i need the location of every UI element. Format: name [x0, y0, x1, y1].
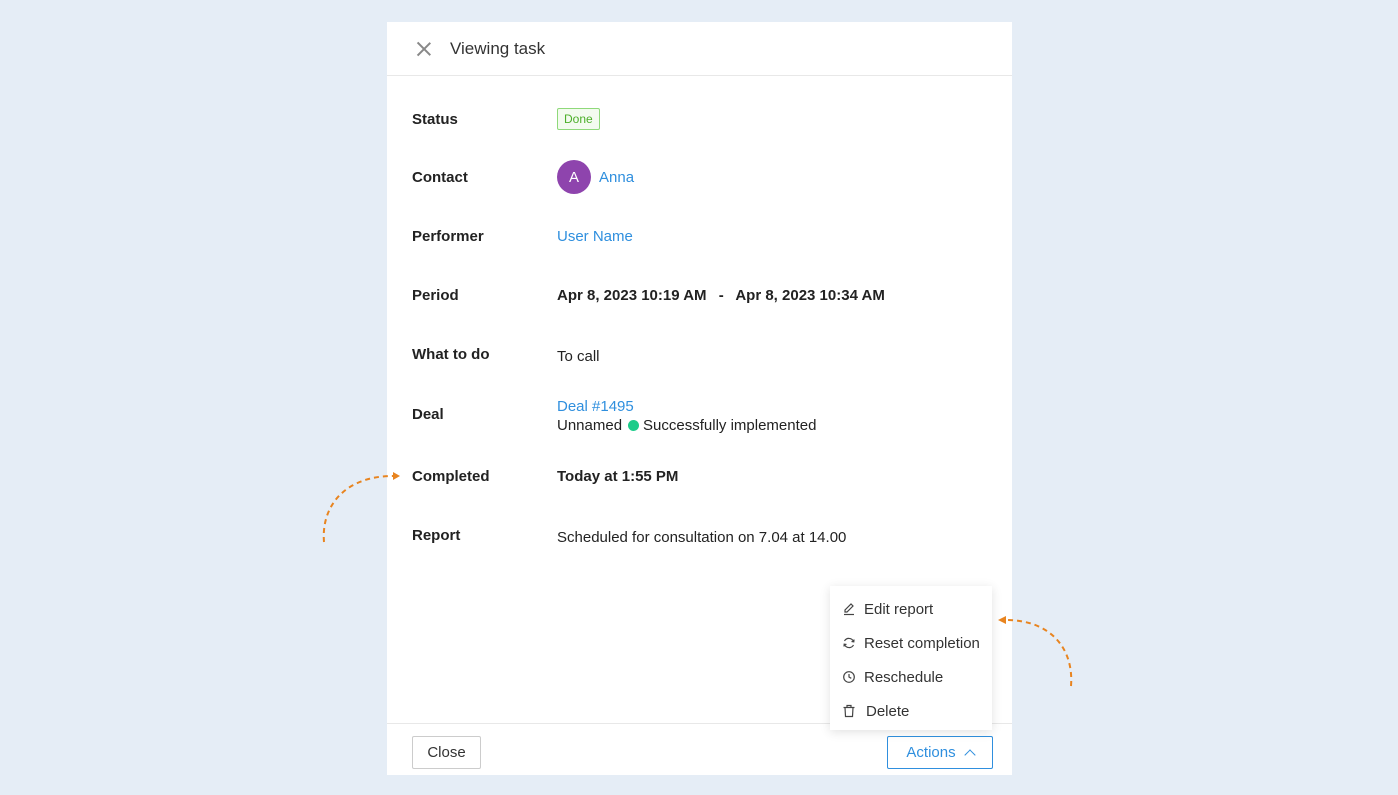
performer-link[interactable]: User Name: [557, 228, 633, 245]
report-row: Report Scheduled for consultation on 7.0…: [412, 527, 992, 546]
period-label: Period: [412, 287, 459, 304]
deal-label: Deal: [412, 406, 444, 423]
contact-label: Contact: [412, 169, 468, 186]
menu-item-label: Reschedule: [864, 668, 944, 686]
deal-row: Deal Deal #1495 Unnamed Successfully impl…: [412, 397, 992, 435]
menu-item-label: Delete: [866, 702, 910, 720]
menu-item-label: Edit report: [864, 600, 934, 618]
menu-item-reset-completion[interactable]: Reset completion: [830, 626, 992, 660]
menu-item-edit-report[interactable]: Edit report: [830, 592, 992, 626]
contact-row: Contact A Anna: [412, 160, 992, 194]
status-label: Status: [412, 111, 458, 128]
close-button[interactable]: Close: [412, 736, 481, 769]
close-icon[interactable]: [415, 40, 433, 58]
what-to-do-row: What to do To call: [412, 346, 992, 365]
what-to-do-label: What to do: [412, 346, 490, 363]
avatar[interactable]: A: [557, 160, 591, 194]
menu-item-reschedule[interactable]: Reschedule: [830, 660, 992, 694]
deal-details: Unnamed Successfully implemented: [557, 416, 816, 435]
status-badge: Done: [557, 108, 600, 130]
deal-stage-dot: [628, 420, 640, 431]
report-label: Report: [412, 527, 461, 544]
status-row: Status Done: [412, 108, 992, 130]
chevron-up-icon: [963, 748, 976, 761]
deal-link[interactable]: Deal #1495: [557, 397, 816, 416]
deal-name: Unnamed: [557, 417, 623, 434]
deal-stage: Successfully implemented: [643, 417, 817, 434]
contact-link[interactable]: Anna: [599, 169, 634, 186]
modal-title: Viewing task: [450, 38, 546, 58]
completed-value: Today at 1:55 PM: [557, 468, 679, 485]
clock-icon: [842, 670, 856, 684]
trash-icon: [842, 704, 856, 718]
what-to-do-value: To call: [557, 348, 600, 365]
performer-row: Performer User Name: [412, 228, 992, 245]
modal-footer: Close Actions: [387, 723, 1012, 775]
period-start: Apr 8, 2023 10:19 AM: [557, 287, 707, 304]
actions-label: Actions: [906, 744, 956, 761]
period-value: Apr 8, 2023 10:19 AM - Apr 8, 2023 10:34…: [557, 287, 885, 304]
report-value: Scheduled for consultation on 7.04 at 14…: [557, 529, 847, 546]
actions-button[interactable]: Actions: [887, 736, 993, 769]
annotation-arrow-right: [998, 616, 1073, 687]
refresh-icon: [842, 636, 856, 650]
pencil-icon: [842, 602, 856, 616]
completed-row: Completed Today at 1:55 PM: [412, 468, 992, 485]
menu-item-delete[interactable]: Delete: [830, 694, 992, 728]
modal-header: Viewing task: [387, 22, 1012, 76]
period-row: Period Apr 8, 2023 10:19 AM - Apr 8, 202…: [412, 287, 992, 304]
annotation-arrow-left: [322, 472, 400, 543]
actions-dropdown: Edit report Reset completion Reschedule …: [830, 586, 992, 730]
period-separator: -: [718, 287, 724, 304]
period-end: Apr 8, 2023 10:34 AM: [735, 287, 885, 304]
completed-label: Completed: [412, 468, 490, 485]
performer-label: Performer: [412, 228, 484, 245]
menu-item-label: Reset completion: [864, 634, 980, 652]
